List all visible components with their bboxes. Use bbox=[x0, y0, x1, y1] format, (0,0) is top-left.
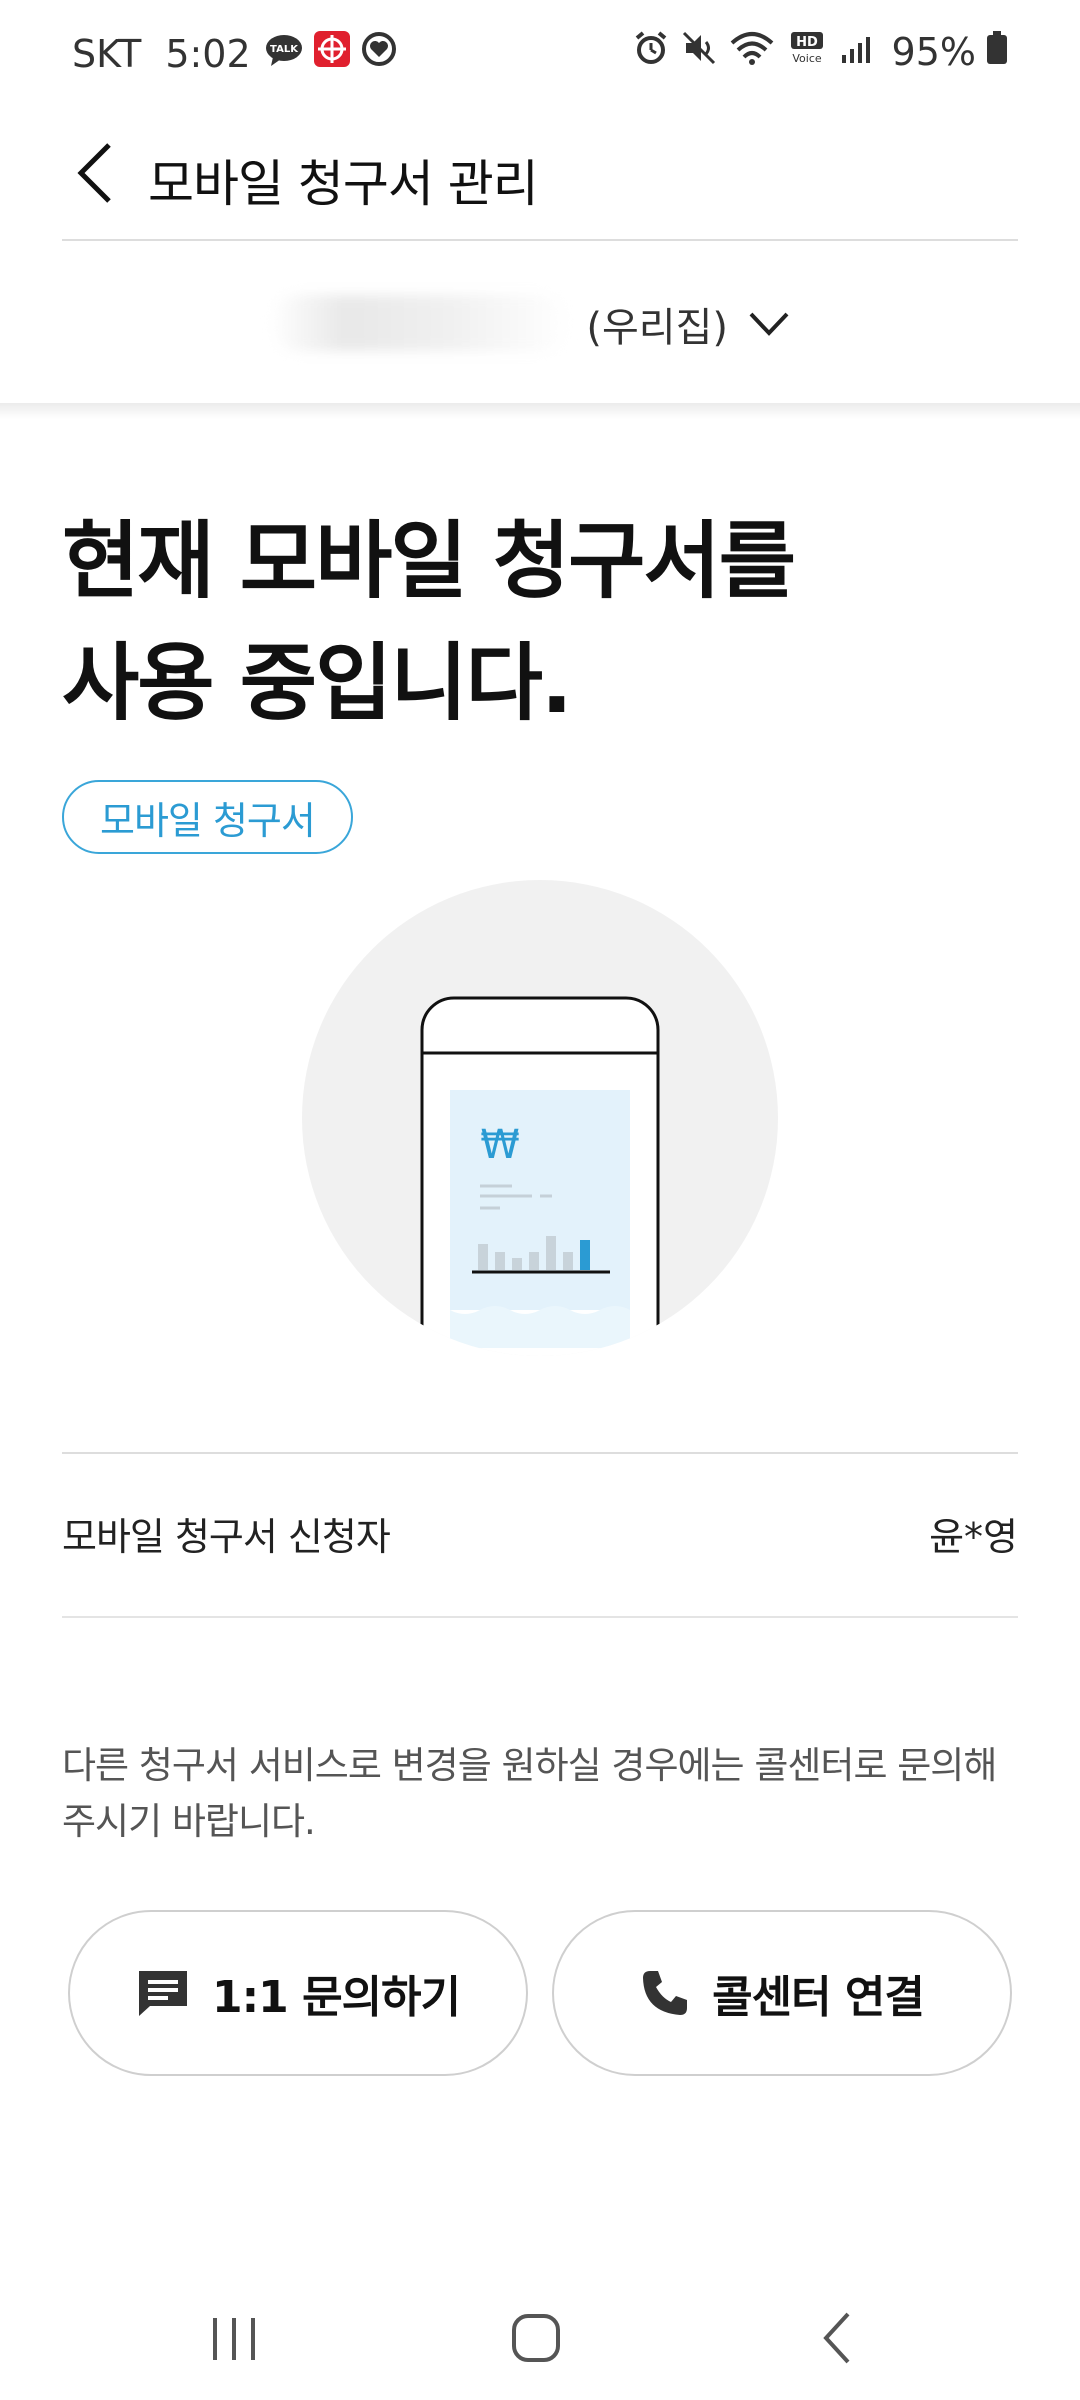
heart-circle-icon bbox=[361, 31, 397, 76]
inquiry-button-label: 1:1 문의하기 bbox=[211, 1972, 461, 2023]
home-button[interactable] bbox=[510, 2312, 562, 2368]
nav-back-icon bbox=[823, 2312, 850, 2364]
account-name-suffix: (우리집) bbox=[586, 305, 728, 351]
page-title: 모바일 청구서 관리 bbox=[148, 155, 539, 213]
app-bar: 모바일 청구서 관리 bbox=[0, 110, 1080, 240]
call-center-button[interactable]: 콜센터 연결 bbox=[552, 1910, 1012, 2076]
notice-text: 다른 청구서 서비스로 변경을 원하실 경우에는 콜센터로 문의해 주시기 바랍… bbox=[62, 1744, 997, 1843]
nav-back-button[interactable] bbox=[820, 2310, 854, 2370]
applicant-value: 윤*영 bbox=[929, 1515, 1018, 1559]
home-icon bbox=[512, 2314, 560, 2362]
status-headline: 현재 모바일 청구서를 사용 중입니다. bbox=[62, 500, 796, 744]
headline-line-2: 사용 중입니다. bbox=[62, 634, 573, 732]
mute-icon bbox=[682, 30, 716, 74]
wifi-icon bbox=[730, 30, 774, 74]
inquiry-button[interactable]: 1:1 문의하기 bbox=[68, 1910, 528, 2076]
svg-text:TALK: TALK bbox=[270, 44, 299, 55]
kakaotalk-icon: TALK bbox=[265, 32, 303, 76]
carrier-name: SKT bbox=[72, 31, 142, 76]
info-divider-bottom bbox=[62, 1616, 1018, 1618]
phone-icon bbox=[640, 1968, 690, 2018]
account-area: (우리집) bbox=[0, 241, 1080, 403]
section-shadow bbox=[0, 403, 1080, 419]
status-bar: SKT 5:02 TALK HD Voice 95% bbox=[0, 0, 1080, 110]
chevron-down-icon bbox=[749, 312, 789, 336]
applicant-label: 모바일 청구서 신청자 bbox=[62, 1515, 391, 1559]
hd-voice-icon: HD Voice bbox=[788, 30, 826, 74]
recent-apps-button[interactable] bbox=[210, 2316, 258, 2366]
info-divider-top bbox=[62, 1452, 1018, 1454]
app-notification-icon bbox=[313, 30, 351, 77]
chat-icon bbox=[136, 1968, 190, 2018]
call-center-button-label: 콜센터 연결 bbox=[712, 1972, 925, 2023]
svg-text:HD: HD bbox=[796, 35, 818, 50]
system-nav-bar bbox=[0, 2280, 1080, 2400]
battery-icon bbox=[986, 30, 1008, 74]
mobile-bill-chip: 모바일 청구서 bbox=[62, 780, 353, 854]
mobile-bill-illustration: ₩ bbox=[300, 878, 780, 1358]
redacted-account-name bbox=[270, 295, 570, 351]
svg-text:Voice: Voice bbox=[792, 52, 822, 65]
headline-line-1: 현재 모바일 청구서를 bbox=[62, 512, 796, 610]
account-selector[interactable]: (우리집) bbox=[270, 289, 790, 359]
chevron-left-icon bbox=[77, 143, 111, 203]
back-button[interactable] bbox=[50, 128, 140, 218]
won-symbol: ₩ bbox=[480, 1122, 520, 1168]
recent-apps-icon bbox=[213, 2318, 255, 2360]
battery-percent: 95% bbox=[891, 30, 976, 74]
alarm-icon bbox=[634, 30, 668, 74]
status-time: 5:02 bbox=[165, 31, 251, 76]
signal-icon bbox=[840, 30, 872, 74]
status-left: SKT 5:02 TALK bbox=[72, 30, 407, 77]
status-right: HD Voice 95% bbox=[634, 30, 1008, 74]
